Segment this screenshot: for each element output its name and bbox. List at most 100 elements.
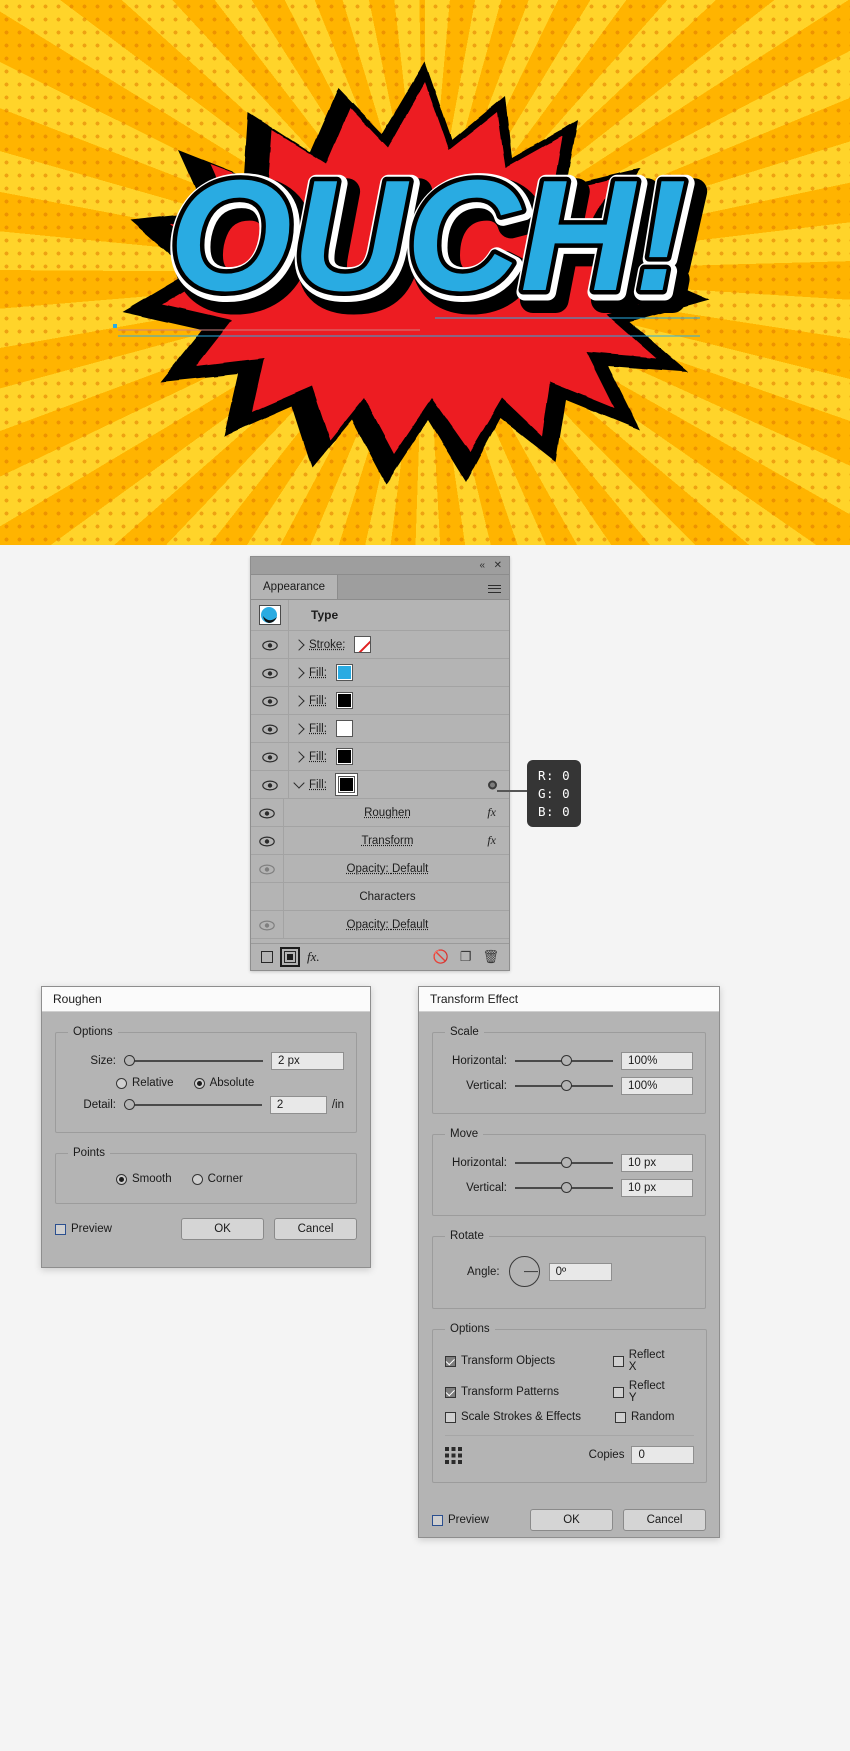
scale-vertical-row[interactable]: Vertical: 100%	[445, 1077, 693, 1095]
checkbox-icon[interactable]	[432, 1514, 443, 1526]
roughen-size-mode-row[interactable]: Relative Absolute	[68, 1077, 344, 1089]
nine-point-grid-icon[interactable]	[445, 1446, 462, 1464]
roughen-size-slider[interactable]	[124, 1054, 263, 1068]
fill-label-5[interactable]: Fill:	[309, 779, 327, 791]
radio-selected-icon[interactable]	[116, 1173, 127, 1185]
reflect-x-option[interactable]: Reflect X	[612, 1349, 675, 1373]
delete-item-icon[interactable]: 🗑	[482, 949, 499, 965]
appearance-row-effect-roughen[interactable]: Roughen fx	[251, 799, 509, 827]
appearance-row-type[interactable]: Type	[251, 600, 509, 631]
fill-swatch-1[interactable]	[335, 664, 353, 681]
tab-appearance[interactable]: Appearance	[251, 575, 339, 599]
transform-effect-dialog[interactable]: Transform Effect Scale Horizontal: 100% …	[418, 986, 720, 1538]
appearance-row-stroke[interactable]: Stroke:	[251, 631, 509, 659]
checkbox-checked-icon[interactable]	[445, 1386, 456, 1398]
roughen-relative-option[interactable]: Relative	[116, 1077, 174, 1089]
fill-swatch-5-selected[interactable]	[337, 776, 355, 793]
transform-ok-button[interactable]: OK	[530, 1509, 613, 1531]
expander-fill-5[interactable]	[289, 776, 309, 791]
options-row-1[interactable]: Transform Objects Reflect X	[445, 1349, 694, 1373]
transform-button-row[interactable]: Preview OK Cancel	[432, 1509, 706, 1531]
slider-handle[interactable]	[124, 1055, 135, 1066]
appearance-row-fill-4[interactable]: Fill:	[251, 743, 509, 771]
slider-handle[interactable]	[561, 1182, 573, 1193]
fill-label-2[interactable]: Fill:	[309, 695, 327, 707]
visibility-toggle-fill-2[interactable]	[251, 687, 289, 714]
fill-label-4[interactable]: Fill:	[309, 751, 327, 763]
appearance-row-characters[interactable]: Characters	[251, 883, 509, 911]
move-vertical-slider[interactable]	[515, 1181, 613, 1195]
add-effect-icon[interactable]: fx.	[307, 949, 320, 965]
rotate-angle-input[interactable]: 0º	[548, 1262, 612, 1281]
visibility-toggle-stroke[interactable]	[251, 631, 289, 658]
appearance-panel[interactable]: « ✕ Appearance Type Stroke: Fill: Fill: …	[250, 556, 510, 971]
move-vertical-row[interactable]: Vertical: 10 px	[445, 1179, 693, 1197]
appearance-row-effect-transform[interactable]: Transform fx	[251, 827, 509, 855]
scale-vertical-slider[interactable]	[515, 1079, 613, 1093]
fx-icon[interactable]: fx	[487, 805, 496, 820]
appearance-row-fill-1[interactable]: Fill:	[251, 659, 509, 687]
appearance-row-list[interactable]: Type Stroke: Fill: Fill: Fill: Fill: Fil…	[251, 600, 509, 939]
add-new-stroke-icon[interactable]	[261, 951, 273, 963]
appearance-row-fill-5-selected[interactable]: Fill:	[251, 771, 509, 799]
roughen-size-input[interactable]: 2 px	[271, 1052, 344, 1070]
panel-title-bar[interactable]: « ✕	[251, 557, 509, 575]
artboard-canvas[interactable]: OUCH! OUCH! OUCH! OUCH!	[0, 0, 850, 545]
fill-swatch-3[interactable]	[335, 720, 353, 737]
transform-cancel-button[interactable]: Cancel	[623, 1509, 706, 1531]
scale-horizontal-slider[interactable]	[515, 1054, 613, 1068]
random-option[interactable]: Random	[615, 1411, 674, 1423]
checkbox-icon[interactable]	[55, 1223, 66, 1235]
transform-dialog-body[interactable]: Scale Horizontal: 100% Vertical: 100% Mo…	[419, 1012, 719, 1544]
expander-stroke[interactable]	[289, 638, 309, 651]
move-horizontal-row[interactable]: Horizontal: 10 px	[445, 1154, 693, 1172]
slider-handle[interactable]	[561, 1157, 573, 1168]
roughen-corner-option[interactable]: Corner	[191, 1173, 243, 1185]
appearance-row-fill-3[interactable]: Fill:	[251, 715, 509, 743]
fill-opacity-label[interactable]: Opacity: Default	[284, 863, 509, 875]
ouch-artwork[interactable]: OUCH! OUCH! OUCH! OUCH!	[0, 0, 850, 545]
roughen-cancel-button[interactable]: Cancel	[274, 1218, 357, 1240]
move-horizontal-slider[interactable]	[515, 1156, 613, 1170]
fill-swatch-4[interactable]	[335, 748, 353, 765]
appearance-row-fill-opacity[interactable]: Opacity: Default	[251, 855, 509, 883]
effect-transform-label[interactable]: Transform	[284, 835, 509, 847]
angle-dial-icon[interactable]	[508, 1256, 540, 1287]
expander-fill-4[interactable]	[289, 750, 309, 763]
roughen-points-row[interactable]: Smooth Corner	[68, 1173, 344, 1185]
scale-vertical-input[interactable]: 100%	[621, 1077, 693, 1095]
options-row-2[interactable]: Transform Patterns Reflect Y	[445, 1380, 694, 1404]
fill-label-3[interactable]: Fill:	[309, 723, 327, 735]
roughen-button-row[interactable]: Preview OK Cancel	[55, 1218, 357, 1240]
visibility-toggle-fill-1[interactable]	[251, 659, 289, 686]
visibility-toggle-fill-5[interactable]	[251, 771, 289, 798]
effect-roughen-label[interactable]: Roughen	[284, 807, 509, 819]
roughen-dialog-body[interactable]: Options Size: 2 px Relative Absolute Det…	[42, 1012, 370, 1253]
radio-icon[interactable]	[116, 1077, 127, 1089]
roughen-absolute-option[interactable]: Absolute	[193, 1077, 254, 1089]
panel-menu-icon[interactable]	[488, 582, 501, 595]
fill-label-1[interactable]: Fill:	[309, 667, 327, 679]
transform-preview-option[interactable]: Preview	[432, 1514, 489, 1526]
panel-tab-strip[interactable]: Appearance	[251, 575, 509, 600]
visibility-toggle-fill-3[interactable]	[251, 715, 289, 742]
fill-swatch-2[interactable]	[335, 692, 353, 709]
transform-patterns-option[interactable]: Transform Patterns	[445, 1386, 593, 1398]
scale-strokes-option[interactable]: Scale Strokes & Effects	[445, 1411, 595, 1423]
move-vertical-input[interactable]: 10 px	[621, 1179, 693, 1197]
expander-fill-3[interactable]	[289, 722, 309, 735]
roughen-dialog[interactable]: Roughen Options Size: 2 px Relative Abso…	[41, 986, 371, 1268]
roughen-detail-slider[interactable]	[124, 1098, 262, 1112]
color-sample-knob[interactable]	[488, 780, 497, 789]
slider-handle[interactable]	[561, 1055, 573, 1066]
slider-handle[interactable]	[561, 1080, 573, 1091]
expander-fill-2[interactable]	[289, 694, 309, 707]
appearance-row-fill-2[interactable]: Fill:	[251, 687, 509, 715]
roughen-preview-option[interactable]: Preview	[55, 1223, 112, 1235]
checkbox-icon[interactable]	[445, 1411, 456, 1423]
slider-handle[interactable]	[124, 1099, 135, 1110]
roughen-size-row[interactable]: Size: 2 px	[68, 1052, 344, 1070]
stroke-label[interactable]: Stroke:	[309, 639, 345, 651]
duplicate-item-icon[interactable]: ❐	[460, 949, 472, 965]
visibility-toggle-roughen[interactable]	[251, 799, 284, 826]
